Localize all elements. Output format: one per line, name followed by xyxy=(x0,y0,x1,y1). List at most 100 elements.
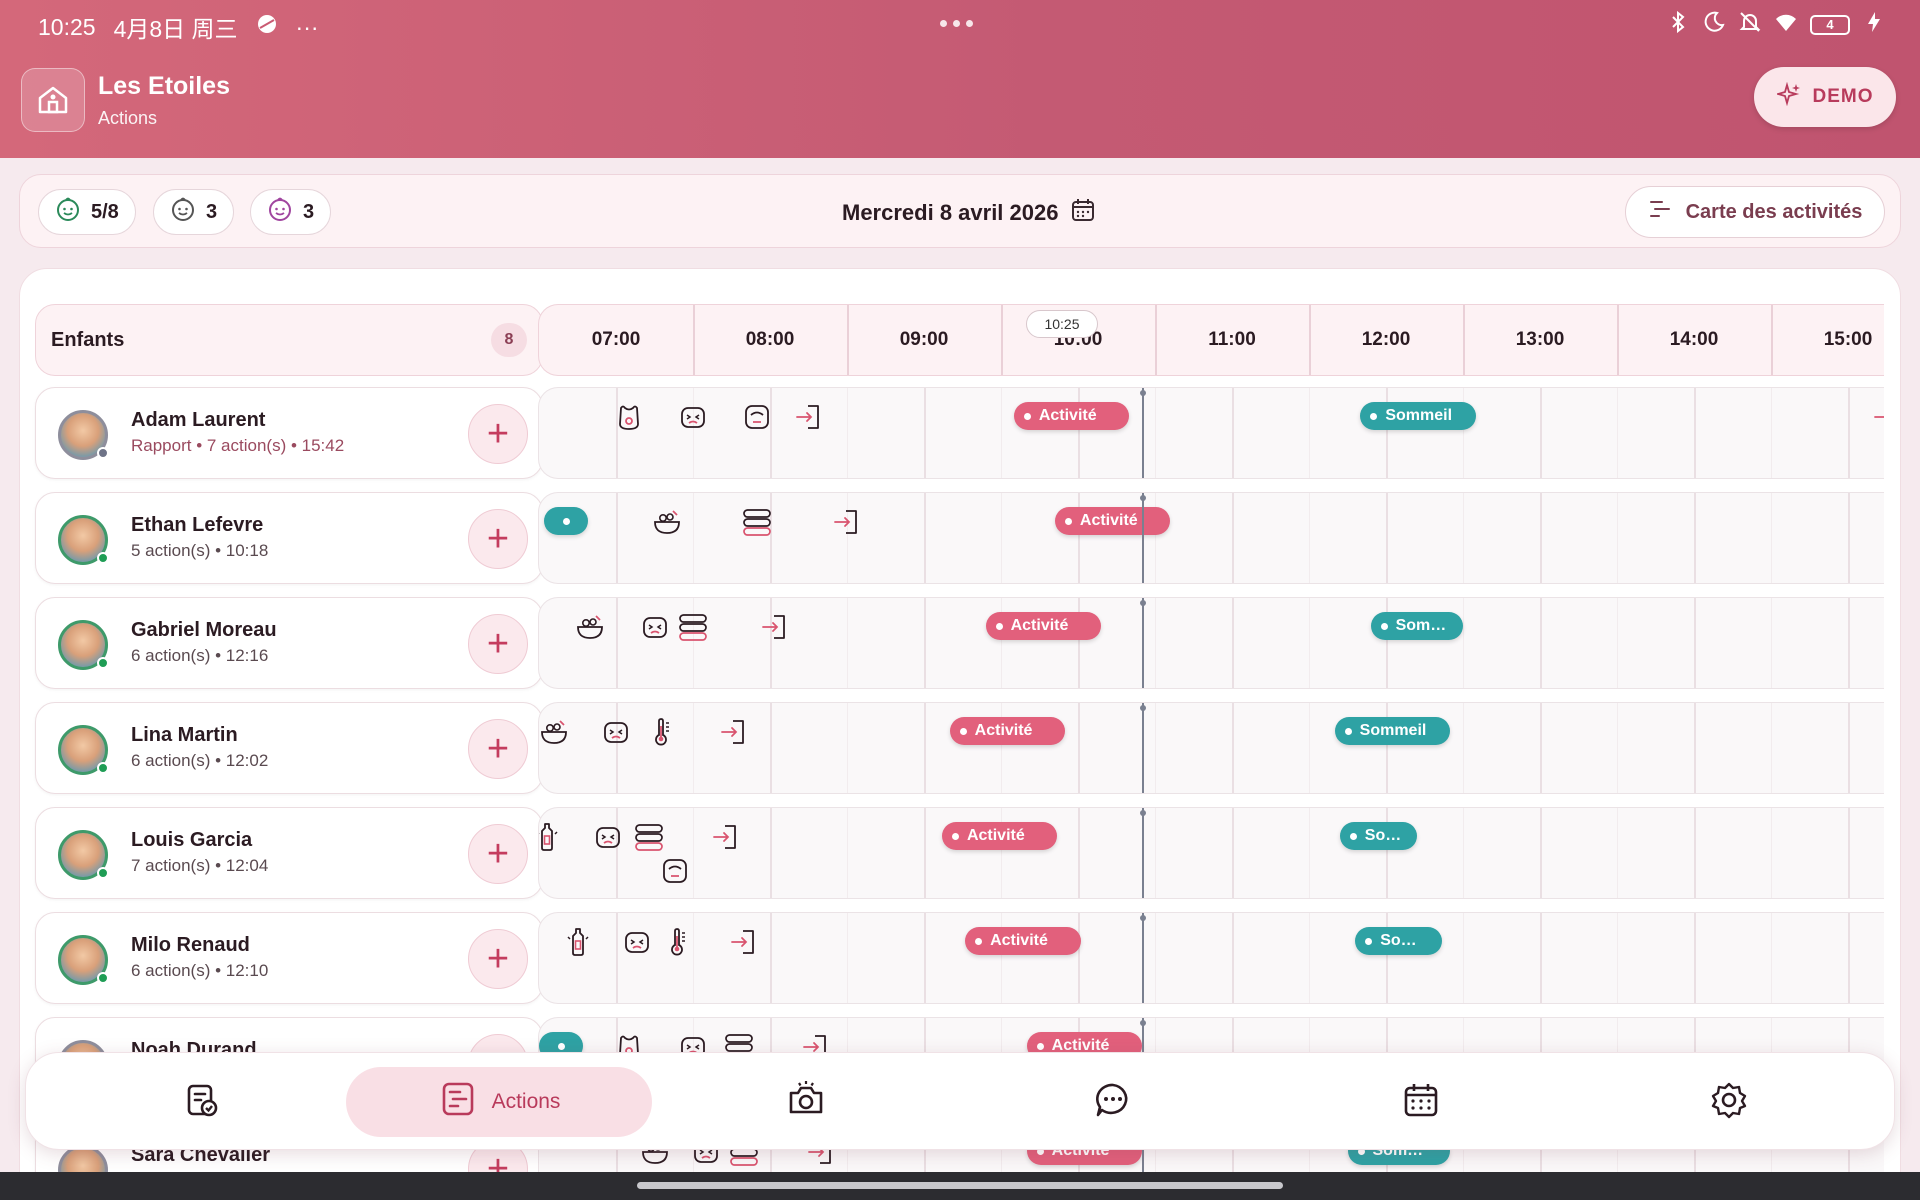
school-logo-icon[interactable] xyxy=(21,68,85,132)
child-timeline[interactable]: Activité Som… xyxy=(538,597,1884,689)
hour-label: 11:00 xyxy=(1208,329,1256,350)
activity-pill[interactable]: Activité xyxy=(1013,402,1130,430)
add-action-button[interactable]: + xyxy=(468,929,528,989)
hour-separator xyxy=(1155,305,1157,375)
bottle-icon[interactable] xyxy=(539,822,562,852)
avatar[interactable] xyxy=(58,725,109,775)
chip-neutral[interactable]: 3 xyxy=(153,189,235,235)
check-in-icon[interactable] xyxy=(729,927,759,957)
calendar-icon xyxy=(1070,197,1096,229)
demo-button[interactable]: DEMO xyxy=(1754,67,1896,127)
thermometer-icon[interactable] xyxy=(663,927,693,957)
child-card[interactable]: Lina Martin 6 action(s) • 12:02 + xyxy=(35,702,543,794)
sleep-face-icon[interactable] xyxy=(742,402,772,432)
checklist-icon xyxy=(181,1080,221,1125)
pill-label: Activité xyxy=(1079,512,1138,529)
bluetooth-icon xyxy=(1666,10,1690,39)
grid-line-half xyxy=(1617,493,1618,583)
sleep-pill[interactable]: Sommeil xyxy=(1360,402,1476,430)
avatar[interactable] xyxy=(58,935,109,985)
nap-stack-icon[interactable] xyxy=(742,507,772,537)
nav-calendar[interactable] xyxy=(1366,1067,1476,1137)
activity-pill[interactable]: Activité xyxy=(941,822,1058,850)
diaper-icon[interactable] xyxy=(640,612,670,642)
check-in-icon[interactable] xyxy=(794,402,824,432)
nav-messages[interactable] xyxy=(1058,1067,1168,1137)
child-timeline[interactable]: Activité Sommeil xyxy=(538,702,1884,794)
add-action-button[interactable]: + xyxy=(468,509,528,569)
diaper-icon[interactable] xyxy=(622,927,652,957)
presence-dot xyxy=(97,657,109,669)
date-selector[interactable]: Mercredi 8 avril 2026 xyxy=(842,197,1096,229)
nav-photos[interactable] xyxy=(751,1067,861,1137)
add-action-button[interactable]: + xyxy=(468,404,528,464)
child-card[interactable]: Ethan Lefevre 5 action(s) • 10:18 + xyxy=(35,492,543,584)
grid-line-half xyxy=(693,493,694,583)
add-action-button[interactable]: + xyxy=(468,719,528,779)
check-in-icon[interactable] xyxy=(1872,402,1884,432)
grid-line xyxy=(616,913,618,1003)
child-card[interactable]: Louis Garcia 7 action(s) • 12:04 + xyxy=(35,807,543,899)
add-action-button[interactable]: + xyxy=(468,614,528,674)
activity-pill[interactable]: Activité xyxy=(985,612,1102,640)
bib-icon[interactable] xyxy=(614,402,644,432)
grid-line-half xyxy=(1617,913,1618,1003)
activity-pill[interactable]: Activité xyxy=(965,927,1081,955)
activity-map-button[interactable]: Carte des activités xyxy=(1625,186,1885,238)
chip-sick[interactable]: 3 xyxy=(250,189,332,235)
activity-pill[interactable]: Activité xyxy=(1054,507,1171,535)
nav-settings[interactable] xyxy=(1674,1067,1784,1137)
avatar[interactable] xyxy=(58,515,109,565)
add-action-button[interactable]: + xyxy=(468,824,528,884)
child-card[interactable]: Milo Renaud 6 action(s) • 12:10 + xyxy=(35,912,543,1004)
chip-sick-value: 3 xyxy=(303,200,315,223)
avatar[interactable] xyxy=(58,620,109,670)
diaper-icon[interactable] xyxy=(593,822,623,852)
nap-stack-icon[interactable] xyxy=(678,612,708,642)
child-timeline[interactable]: Activité Sommeil xyxy=(538,387,1884,479)
charging-icon xyxy=(1862,10,1886,39)
child-card[interactable]: Gabriel Moreau 6 action(s) • 12:16 + xyxy=(35,597,543,689)
sleep-face-icon[interactable] xyxy=(660,856,690,886)
grid-line xyxy=(1694,913,1696,1003)
avatar[interactable] xyxy=(58,410,109,460)
current-time-line xyxy=(1140,703,1147,793)
child-row: Gabriel Moreau 6 action(s) • 12:16 + Activi… xyxy=(20,597,1900,689)
sleep-pill[interactable]: So… xyxy=(1339,822,1417,850)
nav-actions[interactable]: Actions xyxy=(346,1067,652,1137)
grid-line-half xyxy=(1463,808,1464,898)
avatar[interactable] xyxy=(58,830,109,880)
status-right: 4 xyxy=(1666,10,1886,39)
window-handle-dots[interactable] xyxy=(940,20,973,27)
pill-label: Som… xyxy=(1395,617,1447,634)
child-timeline[interactable]: Activité So… xyxy=(538,807,1884,899)
grid-line xyxy=(1694,388,1696,478)
nap-stack-icon[interactable] xyxy=(634,822,664,852)
nav-checklist[interactable] xyxy=(146,1067,256,1137)
check-in-icon[interactable] xyxy=(832,507,862,537)
diaper-icon[interactable] xyxy=(678,402,708,432)
grid-line xyxy=(1232,808,1234,898)
child-timeline[interactable]: Activité So… xyxy=(538,912,1884,1004)
summary-bar: 5/8 3 3 Mercredi 8 avril 2026 Carte des … xyxy=(19,174,1901,248)
child-card[interactable]: Adam Laurent Rapport • 7 action(s) • 15:4… xyxy=(35,387,543,479)
sleep-pill[interactable]: So… xyxy=(1355,927,1443,955)
check-in-icon[interactable] xyxy=(719,717,749,747)
sleep-pill[interactable]: Som… xyxy=(1370,612,1463,640)
child-timeline[interactable]: Activité xyxy=(538,492,1884,584)
grid-line-half xyxy=(1771,808,1772,898)
thermometer-icon[interactable] xyxy=(647,717,677,747)
sleep-pill[interactable] xyxy=(544,507,589,535)
hour-separator xyxy=(1463,305,1465,375)
sleep-pill[interactable]: Sommeil xyxy=(1334,717,1451,745)
diaper-icon[interactable] xyxy=(601,717,631,747)
bottle-icon[interactable] xyxy=(563,927,593,957)
chip-present[interactable]: 5/8 xyxy=(38,189,136,235)
grid-line-half xyxy=(1309,703,1310,793)
check-in-icon[interactable] xyxy=(711,822,741,852)
activity-pill[interactable]: Activité xyxy=(949,717,1066,745)
meal-bowl-icon[interactable] xyxy=(652,507,682,537)
check-in-icon[interactable] xyxy=(760,612,790,642)
meal-bowl-icon[interactable] xyxy=(539,717,569,747)
meal-bowl-icon[interactable] xyxy=(575,612,605,642)
